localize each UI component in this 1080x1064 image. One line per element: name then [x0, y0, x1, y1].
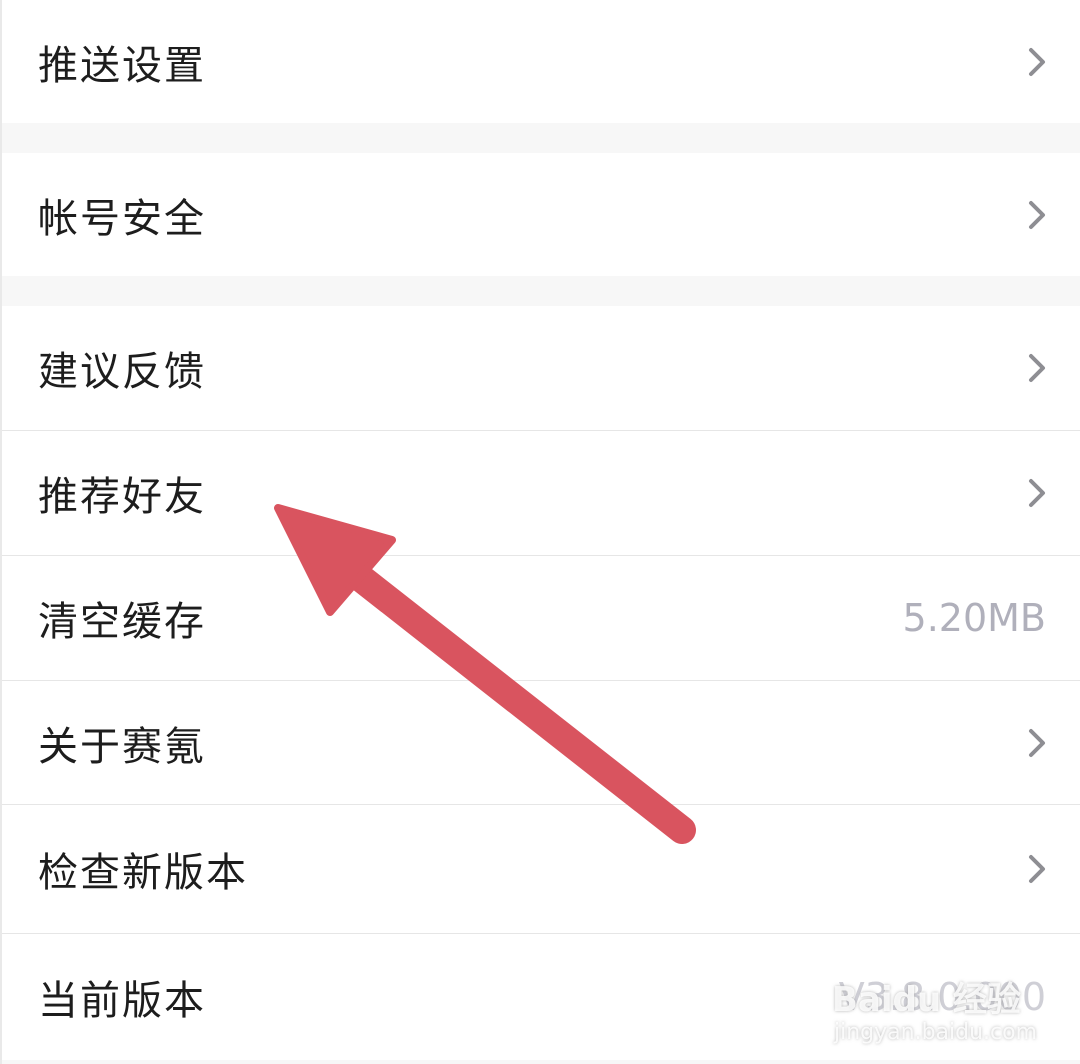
settings-item-clear-cache[interactable]: 清空缓存 5.20MB [2, 556, 1080, 680]
chevron-right-icon [1029, 728, 1045, 757]
cache-size-value: 5.20MB [902, 596, 1046, 640]
chevron-right-icon [1029, 855, 1045, 883]
settings-item-label: 帐号安全 [38, 195, 206, 242]
settings-item-check-update[interactable]: 检查新版本 [2, 805, 1080, 933]
chevron-right-icon [1029, 479, 1045, 507]
settings-item-label: 推送设置 [38, 42, 206, 89]
settings-item-label: 推荐好友 [38, 474, 206, 520]
version-value: V3.8.0.000 [838, 975, 1046, 1019]
chevron-right-icon [1029, 354, 1045, 382]
settings-item-current-version: 当前版本 V3.8.0.000 [2, 934, 1080, 1060]
settings-item-label: 清空缓存 [38, 599, 206, 645]
settings-item-label: 当前版本 [38, 978, 206, 1024]
settings-screen: 推送设置 帐号安全 建议反馈 推荐好友 清空缓存 5.20MB 关于赛氪 检查新… [0, 0, 1080, 1064]
chevron-right-icon [1029, 47, 1045, 76]
settings-item-label: 建议反馈 [38, 349, 206, 395]
chevron-right-icon [1029, 200, 1045, 229]
settings-item-label: 检查新版本 [38, 850, 248, 896]
settings-item-recommend-friends[interactable]: 推荐好友 [2, 431, 1080, 555]
settings-item-feedback[interactable]: 建议反馈 [2, 306, 1080, 430]
settings-item-label: 关于赛氪 [38, 723, 206, 770]
settings-item-about[interactable]: 关于赛氪 [2, 681, 1080, 804]
settings-item-push[interactable]: 推送设置 [2, 0, 1080, 123]
settings-item-account-security[interactable]: 帐号安全 [2, 153, 1080, 276]
